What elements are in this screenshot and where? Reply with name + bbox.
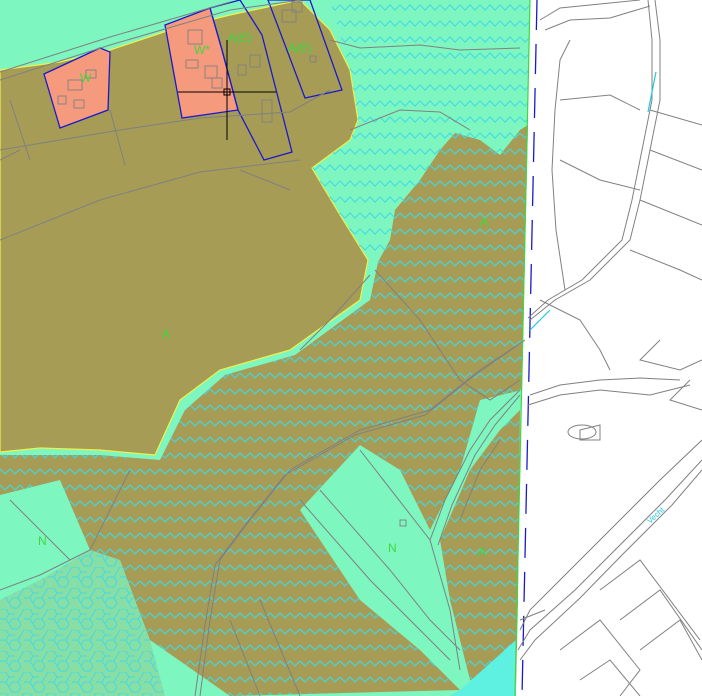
zone-label-w: W	[80, 71, 92, 85]
zone-label-w-star: W*	[194, 43, 210, 57]
zone-label-a-centre: A	[162, 327, 170, 341]
zone-label-n-centre: N	[388, 541, 397, 555]
zone-label-a-e-1: A(E)	[228, 31, 252, 45]
zone-label-a-e-2: A(E)	[288, 41, 312, 55]
zoning-map[interactable]: W W* A(E) A(E) A A A N N Vecht	[0, 0, 702, 696]
zone-label-a-top-right: A	[480, 215, 488, 229]
zone-label-a-bottom-right: A	[478, 545, 486, 559]
zone-label-n-left: N	[38, 534, 47, 548]
